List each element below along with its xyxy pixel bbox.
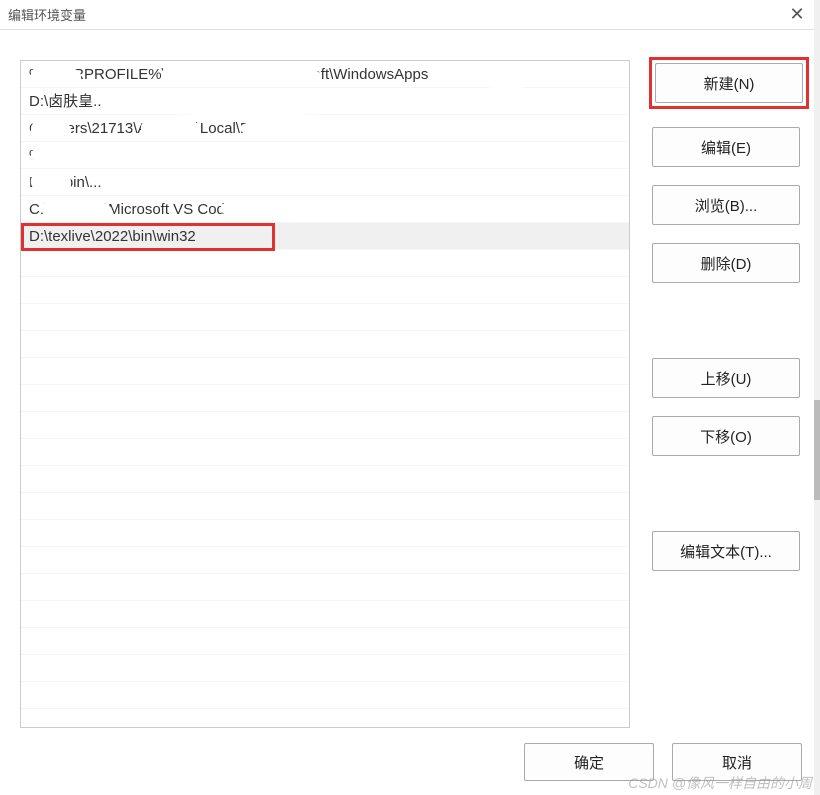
list-item-empty[interactable] (21, 628, 629, 655)
redaction (31, 65, 81, 87)
list-item-empty[interactable] (21, 439, 629, 466)
list-item[interactable]: C:\Users\...\Microsoft VS Code\bin (21, 196, 629, 223)
redaction (116, 171, 206, 193)
highlight-annotation-new: 新建(N) (649, 57, 809, 109)
list-item[interactable]: D:\...\bin\... (21, 169, 629, 196)
redaction (161, 63, 321, 87)
new-button[interactable]: 新建(N) (655, 63, 803, 103)
delete-button[interactable]: 删除(D) (652, 243, 800, 283)
redaction (41, 199, 111, 219)
close-icon[interactable]: ✕ (782, 4, 812, 25)
redaction (141, 117, 201, 141)
watermark: CSDN @像风一样自由的小周 (628, 773, 812, 793)
content-area: %USERPROFILE%\AppData\Local\Microsoft\Wi… (0, 30, 820, 735)
edittext-button[interactable]: 编辑文本(T)... (652, 531, 800, 571)
scrollbar-track (814, 0, 820, 795)
movedown-button[interactable]: 下移(O) (652, 416, 800, 456)
button-column: 新建(N) 编辑(E) 浏览(B)... 删除(D) 上移(U) 下移(O) 编… (630, 60, 806, 735)
list-item-empty[interactable] (21, 250, 629, 277)
path-list[interactable]: %USERPROFILE%\AppData\Local\Microsoft\Wi… (20, 60, 630, 728)
list-item-empty[interactable] (21, 493, 629, 520)
redaction (221, 199, 291, 219)
list-item-empty[interactable] (21, 520, 629, 547)
window-title: 编辑环境变量 (8, 5, 86, 24)
list-item-empty[interactable] (21, 304, 629, 331)
scrollbar-thumb[interactable] (814, 400, 820, 500)
list-item-empty[interactable] (21, 385, 629, 412)
list-item-empty[interactable] (21, 547, 629, 574)
redaction (241, 117, 441, 141)
list-item-empty[interactable] (21, 601, 629, 628)
list-item-selected[interactable]: D:\texlive\2022\bin\win32 (21, 223, 629, 250)
list-item[interactable]: %PATH% (21, 142, 629, 169)
list-item-empty[interactable] (21, 331, 629, 358)
moveup-button[interactable]: 上移(U) (652, 358, 800, 398)
list-item-empty[interactable] (21, 277, 629, 304)
redaction (101, 91, 361, 115)
redaction (31, 119, 71, 141)
edit-button[interactable]: 编辑(E) (652, 127, 800, 167)
list-item-empty[interactable] (21, 682, 629, 709)
title-bar: 编辑环境变量 ✕ (0, 0, 820, 30)
redaction (471, 63, 541, 89)
list-item-empty[interactable] (21, 655, 629, 682)
redaction (31, 171, 71, 193)
list-item-empty[interactable] (21, 412, 629, 439)
list-item-empty[interactable] (21, 358, 629, 385)
browse-button[interactable]: 浏览(B)... (652, 185, 800, 225)
redaction (31, 145, 101, 167)
list-item-empty[interactable] (21, 466, 629, 493)
list-item-empty[interactable] (21, 574, 629, 601)
